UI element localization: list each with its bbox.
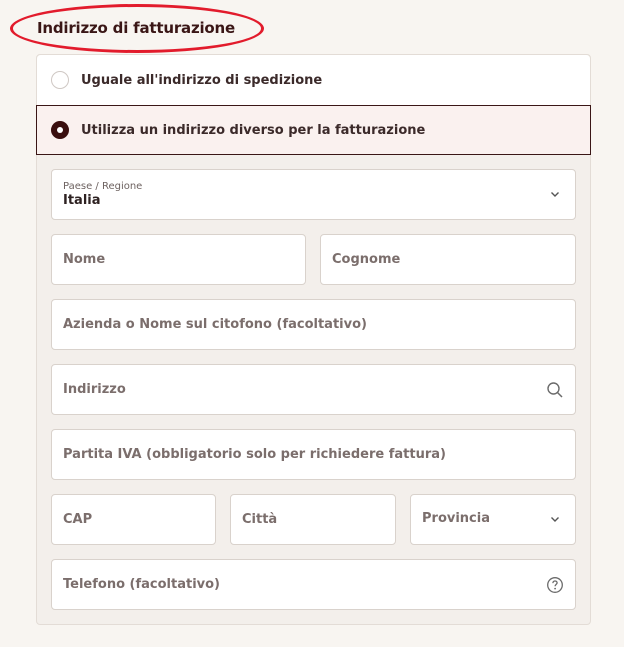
city-field[interactable]: Città bbox=[230, 494, 396, 545]
province-select[interactable]: Provincia bbox=[410, 494, 576, 545]
company-placeholder: Azienda o Nome sul citofono (facoltativo… bbox=[63, 317, 367, 332]
first-name-field[interactable]: Nome bbox=[51, 234, 306, 285]
option-different-billing-label: Utilizza un indirizzo diverso per la fat… bbox=[81, 122, 426, 138]
option-same-as-shipping-label: Uguale all'indirizzo di spedizione bbox=[81, 72, 323, 88]
phone-field[interactable]: Telefono (facoltativo) bbox=[51, 559, 576, 610]
first-name-placeholder: Nome bbox=[63, 252, 106, 267]
search-icon[interactable] bbox=[546, 381, 564, 399]
country-label: Paese / Regione bbox=[63, 181, 143, 192]
address-placeholder: Indirizzo bbox=[63, 382, 126, 397]
billing-address-card: Uguale all'indirizzo di spedizione Utili… bbox=[36, 54, 591, 625]
radio-different-billing[interactable] bbox=[51, 121, 69, 139]
section-title: Indirizzo di fatturazione bbox=[37, 19, 235, 37]
country-value: Italia bbox=[63, 193, 101, 208]
city-placeholder: Città bbox=[242, 512, 278, 527]
zip-field[interactable]: CAP bbox=[51, 494, 216, 545]
province-placeholder: Provincia bbox=[422, 511, 490, 526]
last-name-field[interactable]: Cognome bbox=[320, 234, 576, 285]
chevron-down-icon bbox=[549, 188, 561, 200]
last-name-placeholder: Cognome bbox=[332, 252, 401, 267]
address-field[interactable]: Indirizzo bbox=[51, 364, 576, 415]
zip-placeholder: CAP bbox=[63, 512, 93, 527]
radio-same-as-shipping[interactable] bbox=[51, 71, 69, 89]
chevron-down-icon bbox=[549, 513, 561, 525]
country-select[interactable]: Paese / Regione Italia bbox=[51, 169, 576, 220]
vat-field[interactable]: Partita IVA (obbligatorio solo per richi… bbox=[51, 429, 576, 480]
vat-placeholder: Partita IVA (obbligatorio solo per richi… bbox=[63, 447, 446, 462]
option-different-billing[interactable]: Utilizza un indirizzo diverso per la fat… bbox=[36, 105, 591, 155]
company-field[interactable]: Azienda o Nome sul citofono (facoltativo… bbox=[51, 299, 576, 350]
help-circle-icon[interactable] bbox=[546, 576, 564, 594]
phone-placeholder: Telefono (facoltativo) bbox=[63, 577, 220, 592]
option-same-as-shipping[interactable]: Uguale all'indirizzo di spedizione bbox=[37, 55, 590, 105]
